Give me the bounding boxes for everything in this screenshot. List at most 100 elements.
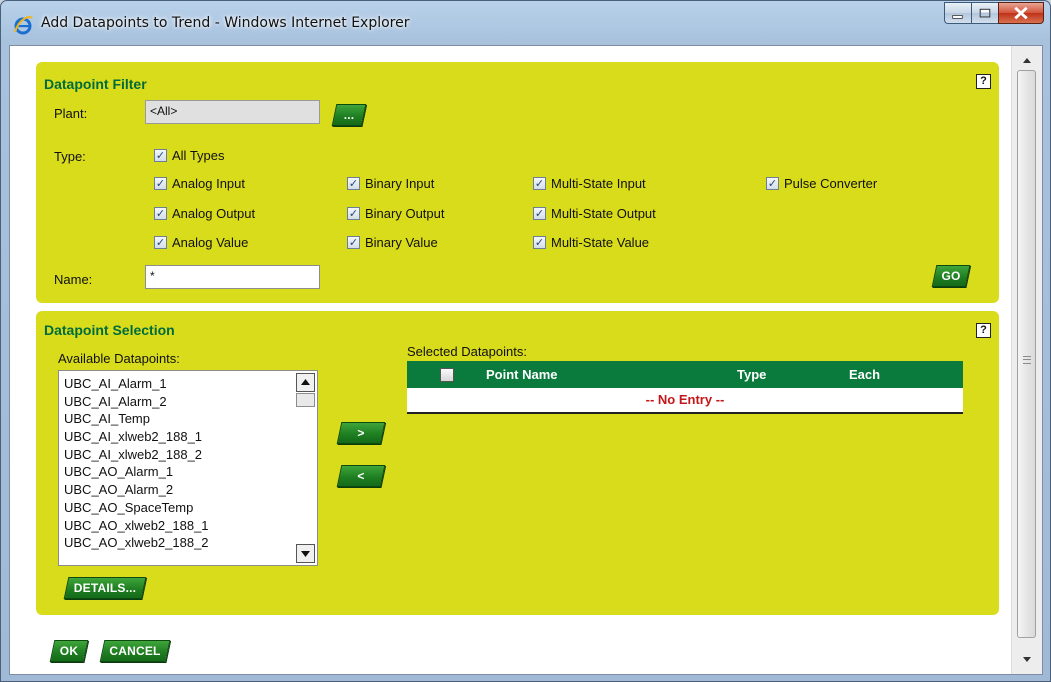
minimize-icon	[952, 15, 963, 19]
go-label: GO	[941, 269, 961, 283]
plant-browse-label: ...	[343, 108, 355, 122]
list-scroll-down-button[interactable]	[296, 544, 315, 563]
checkbox-analog-input[interactable]: ✓ Analog Input	[154, 176, 245, 191]
checkbox-icon: ✓	[533, 207, 546, 220]
scroll-up-arrow-icon[interactable]	[1018, 52, 1036, 68]
column-each[interactable]: Each	[849, 367, 880, 382]
ok-button[interactable]: OK	[49, 640, 89, 662]
checkbox-binary-value[interactable]: ✓ Binary Value	[347, 235, 438, 250]
datapoint-filter-panel: Datapoint Filter ? Plant: <All> ... Type…	[36, 62, 999, 303]
checkbox-label: Pulse Converter	[784, 176, 878, 191]
scroll-down-arrow-icon[interactable]	[1018, 652, 1036, 668]
maximize-button[interactable]	[971, 2, 998, 24]
list-scroll-thumb[interactable]	[296, 393, 315, 407]
remove-from-selected-button[interactable]: <	[336, 465, 386, 487]
list-item[interactable]: UBC_AO_SpaceTemp	[64, 499, 285, 517]
cancel-label: CANCEL	[109, 644, 161, 658]
list-scrollbar[interactable]	[296, 373, 315, 563]
column-type[interactable]: Type	[737, 367, 766, 382]
selection-title: Datapoint Selection	[44, 322, 175, 338]
list-item[interactable]: UBC_AI_xlweb2_188_1	[64, 428, 285, 446]
add-label: >	[357, 426, 365, 440]
checkbox-analog-value[interactable]: ✓ Analog Value	[154, 235, 248, 250]
arrow-down-icon	[301, 551, 310, 557]
filter-title: Datapoint Filter	[44, 76, 147, 92]
list-item[interactable]: UBC_AI_xlweb2_188_2	[64, 446, 285, 464]
checkbox-label: Binary Input	[365, 176, 435, 191]
selection-help-icon[interactable]: ?	[976, 323, 991, 338]
window-controls	[944, 2, 1044, 24]
checkbox-all-types[interactable]: ✓ All Types	[154, 148, 225, 163]
checkbox-icon: ✓	[533, 177, 546, 190]
list-scroll-up-button[interactable]	[296, 373, 315, 392]
column-point-name[interactable]: Point Name	[486, 367, 558, 382]
checkbox-multi-state-input[interactable]: ✓ Multi-State Input	[533, 176, 646, 191]
maximize-icon	[979, 8, 991, 18]
checkbox-multi-state-value[interactable]: ✓ Multi-State Value	[533, 235, 649, 250]
remove-label: <	[357, 469, 365, 483]
filter-help-icon[interactable]: ?	[976, 74, 991, 89]
browser-window: Add Datapoints to Trend - Windows Intern…	[0, 0, 1051, 682]
add-to-selected-button[interactable]: >	[336, 422, 386, 444]
internet-explorer-icon	[14, 16, 33, 35]
list-item[interactable]: UBC_AO_xlweb2_188_2	[64, 534, 285, 552]
page-scroll-thumb[interactable]	[1017, 70, 1036, 638]
list-item[interactable]: UBC_AO_xlweb2_188_1	[64, 517, 285, 535]
table-header: Point Name Type Each	[407, 361, 963, 388]
title-bar[interactable]: Add Datapoints to Trend - Windows Intern…	[1, 1, 1050, 45]
checkbox-analog-output[interactable]: ✓ Analog Output	[154, 206, 255, 221]
list-item[interactable]: UBC_AO_Alarm_1	[64, 463, 285, 481]
window-title: Add Datapoints to Trend - Windows Intern…	[41, 15, 410, 31]
checkbox-label: Multi-State Value	[551, 235, 650, 250]
checkbox-label: Binary Output	[365, 206, 445, 221]
checkbox-multi-state-output[interactable]: ✓ Multi-State Output	[533, 206, 656, 221]
details-label: DETAILS...	[73, 581, 137, 595]
checkbox-icon: ✓	[347, 236, 360, 249]
checkbox-pulse-converter[interactable]: ✓ Pulse Converter	[766, 176, 877, 191]
close-icon	[1014, 6, 1028, 20]
close-button[interactable]	[998, 2, 1044, 24]
list-item[interactable]: UBC_AO_Alarm_2	[64, 481, 285, 499]
checkbox-icon: ✓	[154, 236, 167, 249]
checkbox-label: All Types	[172, 148, 225, 163]
empty-row: -- No Entry --	[407, 388, 963, 414]
selected-datapoints-label: Selected Datapoints:	[407, 344, 527, 359]
checkbox-label: Analog Value	[172, 235, 249, 250]
ok-label: OK	[59, 644, 79, 658]
checkbox-icon: ✓	[533, 236, 546, 249]
page-scrollbar[interactable]	[1011, 46, 1042, 674]
go-button[interactable]: GO	[931, 265, 971, 287]
scroll-grip-icon	[1023, 356, 1031, 364]
cancel-button[interactable]: CANCEL	[99, 640, 171, 662]
checkbox-label: Multi-State Input	[551, 176, 646, 191]
name-label: Name:	[54, 272, 93, 287]
datapoint-selection-panel: Datapoint Selection ? Available Datapoin…	[36, 311, 999, 615]
plant-browse-button[interactable]: ...	[331, 104, 367, 126]
select-all-checkbox[interactable]	[440, 368, 454, 382]
checkbox-label: Analog Input	[172, 176, 246, 191]
checkbox-icon: ✓	[154, 177, 167, 190]
available-datapoints-list[interactable]: UBC_AI_Alarm_1 UBC_AI_Alarm_2 UBC_AI_Tem…	[58, 370, 318, 566]
list-item[interactable]: UBC_AI_Alarm_2	[64, 393, 285, 411]
available-datapoints-label: Available Datapoints:	[58, 351, 180, 366]
checkbox-icon: ✓	[347, 177, 360, 190]
selected-datapoints-table: Point Name Type Each -- No Entry --	[407, 361, 963, 414]
name-input[interactable]: *	[145, 265, 320, 289]
list-item[interactable]: UBC_AI_Alarm_1	[64, 375, 285, 393]
checkbox-icon: ✓	[766, 177, 779, 190]
type-label: Type:	[54, 149, 86, 164]
checkbox-label: Analog Output	[172, 206, 256, 221]
checkbox-icon: ✓	[154, 149, 167, 162]
dialog-content: Datapoint Filter ? Plant: <All> ... Type…	[10, 46, 1012, 674]
plant-field[interactable]: <All>	[145, 100, 320, 124]
checkbox-binary-input[interactable]: ✓ Binary Input	[347, 176, 434, 191]
arrow-up-icon	[301, 379, 310, 385]
plant-label: Plant:	[54, 106, 88, 121]
page-viewport: Datapoint Filter ? Plant: <All> ... Type…	[9, 45, 1043, 675]
minimize-button[interactable]	[944, 2, 971, 24]
list-item[interactable]: UBC_AI_Temp	[64, 410, 285, 428]
checkbox-binary-output[interactable]: ✓ Binary Output	[347, 206, 445, 221]
checkbox-icon: ✓	[154, 207, 167, 220]
details-button[interactable]: DETAILS...	[63, 577, 147, 599]
checkbox-label: Binary Value	[365, 235, 438, 250]
